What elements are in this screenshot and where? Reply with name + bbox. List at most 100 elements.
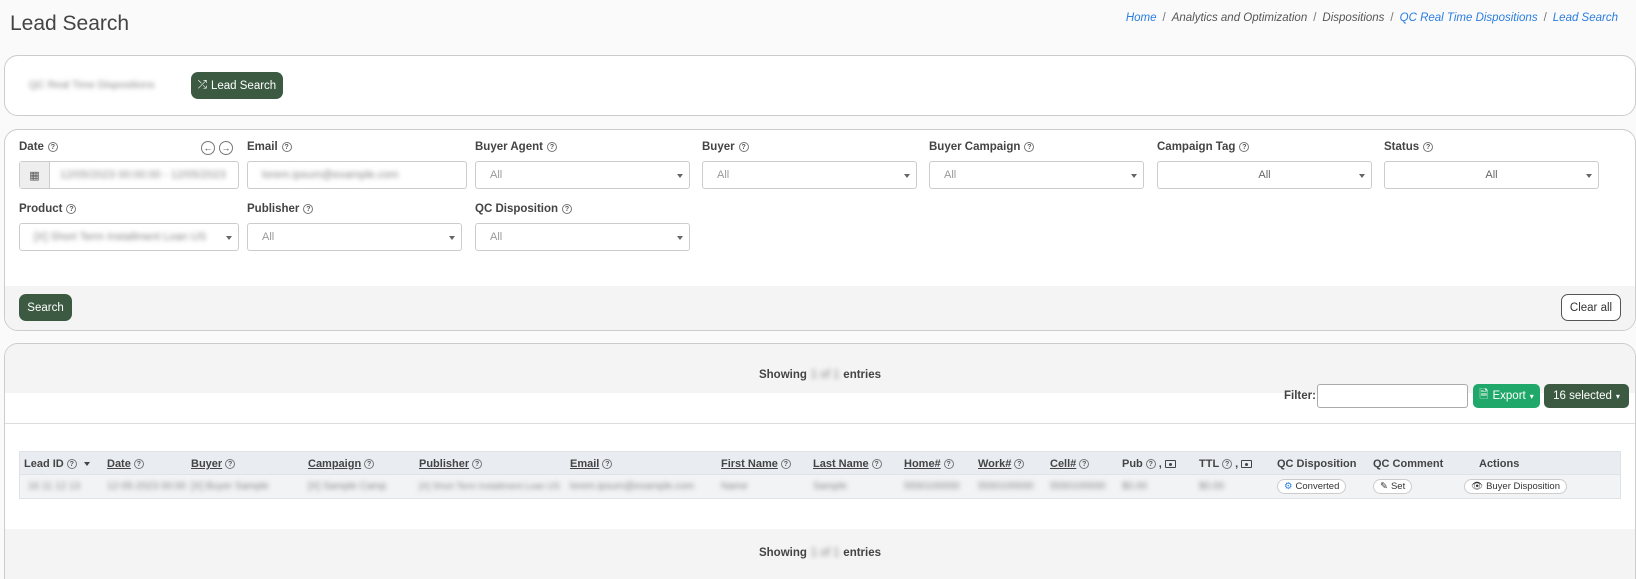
th-ttl[interactable]: TTL?, <box>1199 458 1253 470</box>
help-icon: ? <box>472 459 483 469</box>
search-button[interactable]: Search <box>19 294 72 321</box>
sort-desc-icon <box>83 462 90 466</box>
page-title: Lead Search <box>10 12 130 35</box>
help-icon: ? <box>1145 459 1156 469</box>
breadcrumb-home[interactable]: Home <box>1126 12 1157 24</box>
help-icon: ? <box>364 459 375 469</box>
cell-ttl: $0.00 <box>1199 481 1225 492</box>
qc-disposition-label: QC Disposition? <box>475 203 573 215</box>
tab-lead-search[interactable]: ⤮ Lead Search <box>191 72 283 99</box>
help-icon: ? <box>47 142 58 152</box>
qc-disposition-badge[interactable]: ⚙ Converted <box>1277 479 1347 494</box>
tab-qc-real-time[interactable]: QC Real Time Dispositions <box>29 79 154 91</box>
status-select[interactable]: All <box>1384 161 1599 189</box>
th-campaign[interactable]: Campaign? <box>308 458 375 470</box>
help-icon: ? <box>871 459 882 469</box>
cell-date: 12-05-2023 00:00 <box>107 481 186 492</box>
buyer-agent-label: Buyer Agent? <box>475 141 557 153</box>
caret-down-icon: ▾ <box>1615 391 1620 401</box>
th-lead-id[interactable]: Lead ID? <box>24 458 90 470</box>
caret-down-icon <box>449 236 455 240</box>
email-input[interactable]: lorem.ipsum@example.com <box>247 161 467 189</box>
caret-down-icon <box>1359 174 1365 178</box>
cell-email: lorem.ipsum@example.com <box>570 481 695 492</box>
video-icon <box>1241 460 1253 468</box>
arrow-right-icon[interactable]: → <box>219 141 233 155</box>
publisher-select[interactable]: All <box>247 223 462 251</box>
cell-first-name: Name <box>721 481 748 492</box>
video-icon <box>1164 460 1176 468</box>
clear-all-button[interactable]: Clear all <box>1561 294 1621 321</box>
results-card: Showing 1 of 1 entries Filter: 🗎 Export … <box>4 343 1636 579</box>
table-row: 16 11 12 13 12-05-2023 00:00 [X] Buyer S… <box>19 475 1621 499</box>
help-icon: ? <box>943 459 954 469</box>
filters-card: Date? ← → ▦ 12/05/2023 00:00:00 - 12/05/… <box>4 129 1636 331</box>
help-icon: ? <box>546 142 557 152</box>
product-label: Product? <box>19 203 77 215</box>
caret-down-icon <box>677 174 683 178</box>
help-icon: ? <box>562 204 573 214</box>
table-header: Lead ID? Date? Buyer? Campaign? Publishe… <box>19 451 1621 475</box>
qc-disposition-select[interactable]: All <box>475 223 690 251</box>
help-icon: ? <box>281 142 292 152</box>
help-icon: ? <box>66 459 77 469</box>
date-range-input[interactable]: ▦ 12/05/2023 00:00:00 - 12/05/2023 <box>19 161 239 189</box>
file-icon: 🗎 <box>1479 388 1489 401</box>
buyer-campaign-label: Buyer Campaign? <box>929 141 1035 153</box>
columns-selected-button[interactable]: 16 selected ▾ <box>1544 384 1629 408</box>
cell-work: 5550100000 <box>978 481 1034 492</box>
th-buyer[interactable]: Buyer? <box>191 458 236 470</box>
th-work[interactable]: Work#? <box>978 458 1025 470</box>
caret-down-icon <box>677 236 683 240</box>
help-icon: ? <box>303 204 314 214</box>
buyer-disposition-button[interactable]: 👁 Buyer Disposition <box>1464 479 1567 494</box>
th-cell[interactable]: Cell#? <box>1050 458 1090 470</box>
help-icon: ? <box>1222 459 1233 469</box>
help-icon: ? <box>602 459 613 469</box>
divider <box>5 423 1635 424</box>
help-icon: ? <box>1024 142 1035 152</box>
filter-label: Filter: <box>1284 390 1316 402</box>
caret-down-icon <box>226 236 232 240</box>
qc-comment-set-button[interactable]: ✎ Set <box>1373 479 1413 494</box>
th-pub[interactable]: Pub?, <box>1122 458 1176 470</box>
buyer-campaign-select[interactable]: All <box>929 161 1144 189</box>
breadcrumb-lead-search[interactable]: Lead Search <box>1553 12 1618 24</box>
breadcrumb-analytics: Analytics and Optimization <box>1171 12 1308 24</box>
shuffle-icon: ⤮ <box>197 79 207 91</box>
cell-cell: 5550100000 <box>1050 481 1106 492</box>
th-publisher[interactable]: Publisher? <box>419 458 483 470</box>
filters-footer: Search Clear all <box>5 286 1635 330</box>
product-select[interactable]: [X] Short Term Installment Loan US <box>19 223 239 251</box>
export-button[interactable]: 🗎 Export ▾ <box>1473 384 1540 408</box>
help-icon: ? <box>1239 142 1250 152</box>
th-qc-disposition: QC Disposition <box>1277 458 1357 470</box>
help-icon: ? <box>1423 142 1434 152</box>
date-label: Date? <box>19 141 58 153</box>
campaign-tag-select[interactable]: All <box>1157 161 1372 189</box>
help-icon: ? <box>738 142 749 152</box>
help-icon: ? <box>225 459 236 469</box>
th-date[interactable]: Date? <box>107 458 144 470</box>
help-icon: ? <box>1079 459 1090 469</box>
arrow-left-icon[interactable]: ← <box>201 141 215 155</box>
cell-lead-id[interactable]: 16 11 12 13 <box>28 481 80 492</box>
filter-input[interactable] <box>1317 384 1468 408</box>
th-home[interactable]: Home#? <box>904 458 954 470</box>
breadcrumb-qc-real-time[interactable]: QC Real Time Dispositions <box>1400 12 1538 24</box>
buyer-agent-select[interactable]: All <box>475 161 690 189</box>
gears-icon: ⚙ <box>1284 481 1293 492</box>
eye-icon: 👁 <box>1471 481 1484 492</box>
buyer-label: Buyer? <box>702 141 749 153</box>
publisher-label: Publisher? <box>247 203 314 215</box>
th-last-name[interactable]: Last Name? <box>813 458 882 470</box>
caret-down-icon <box>1131 174 1137 178</box>
status-label: Status? <box>1384 141 1434 153</box>
campaign-tag-label: Campaign Tag? <box>1157 141 1250 153</box>
email-label: Email? <box>247 141 292 153</box>
th-first-name[interactable]: First Name? <box>721 458 791 470</box>
cell-campaign: [X] Sample Camp <box>308 481 387 492</box>
th-email[interactable]: Email? <box>570 458 613 470</box>
caret-down-icon <box>904 174 910 178</box>
buyer-select[interactable]: All <box>702 161 917 189</box>
